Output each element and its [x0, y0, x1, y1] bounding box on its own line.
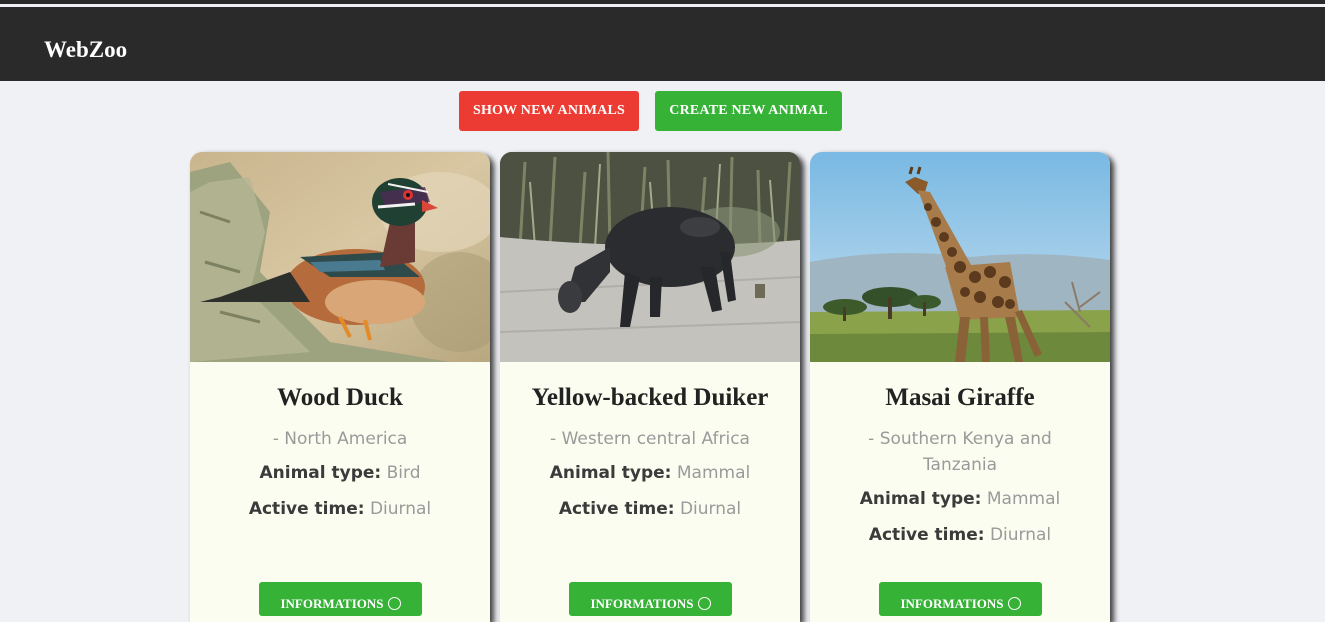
animal-type-row: Animal type: Mammal: [810, 489, 1110, 509]
animal-photo-masai-giraffe: [810, 152, 1110, 362]
info-circle-icon: [697, 597, 711, 610]
animal-card: Masai Giraffe - Southern Kenya and Tanza…: [810, 152, 1110, 622]
active-time-label: Active time:: [868, 525, 985, 545]
active-time-row: Active time: Diurnal: [810, 525, 1110, 545]
animal-type-row: Animal type: Mammal: [500, 463, 800, 483]
animal-type-value: Mammal: [986, 489, 1061, 509]
brand-logo[interactable]: WebZoo: [44, 37, 127, 63]
animal-photo-yellow-backed-duiker: [500, 152, 800, 362]
animal-type-label: Animal type:: [859, 489, 982, 509]
animal-origin: - North America: [272, 429, 408, 449]
animal-name: Masai Giraffe: [885, 384, 1035, 411]
create-new-animal-button[interactable]: CREATE NEW ANIMAL: [655, 91, 842, 131]
animal-origin: - Western central Africa: [550, 429, 750, 449]
animal-name: Wood Duck: [277, 384, 403, 411]
animal-card: Yellow-backed Duiker - Western central A…: [500, 152, 800, 622]
top-border: [0, 0, 1325, 4]
info-circle-icon: [1007, 597, 1021, 610]
animal-type-value: Mammal: [676, 463, 751, 483]
animal-type-value: Bird: [386, 463, 421, 483]
animal-type-label: Animal type:: [259, 463, 382, 483]
show-new-animals-button[interactable]: SHOW NEW ANIMALS: [459, 91, 639, 131]
animal-name: Yellow-backed Duiker: [531, 384, 769, 411]
informations-button[interactable]: INFORMATIONS: [879, 582, 1042, 616]
active-time-label: Active time:: [248, 499, 365, 519]
informations-button-label: INFORMATIONS: [590, 596, 694, 611]
navbar: WebZoo: [0, 7, 1325, 81]
animal-origin: - Southern Kenya and Tanzania: [868, 429, 1052, 475]
active-time-label: Active time:: [558, 499, 675, 519]
animal-photo-wood-duck: [190, 152, 490, 362]
informations-button-label: INFORMATIONS: [900, 596, 1004, 611]
informations-button[interactable]: INFORMATIONS: [259, 582, 422, 616]
active-time-value: Diurnal: [989, 525, 1052, 545]
animal-type-row: Animal type: Bird: [190, 463, 490, 483]
animal-type-label: Animal type:: [549, 463, 672, 483]
active-time-row: Active time: Diurnal: [500, 499, 800, 519]
info-circle-icon: [387, 597, 401, 610]
informations-button-label: INFORMATIONS: [280, 596, 384, 611]
active-time-row: Active time: Diurnal: [190, 499, 490, 519]
active-time-value: Diurnal: [679, 499, 742, 519]
informations-button[interactable]: INFORMATIONS: [569, 582, 732, 616]
animal-card: Wood Duck - North America Animal type: B…: [190, 152, 490, 622]
active-time-value: Diurnal: [369, 499, 432, 519]
